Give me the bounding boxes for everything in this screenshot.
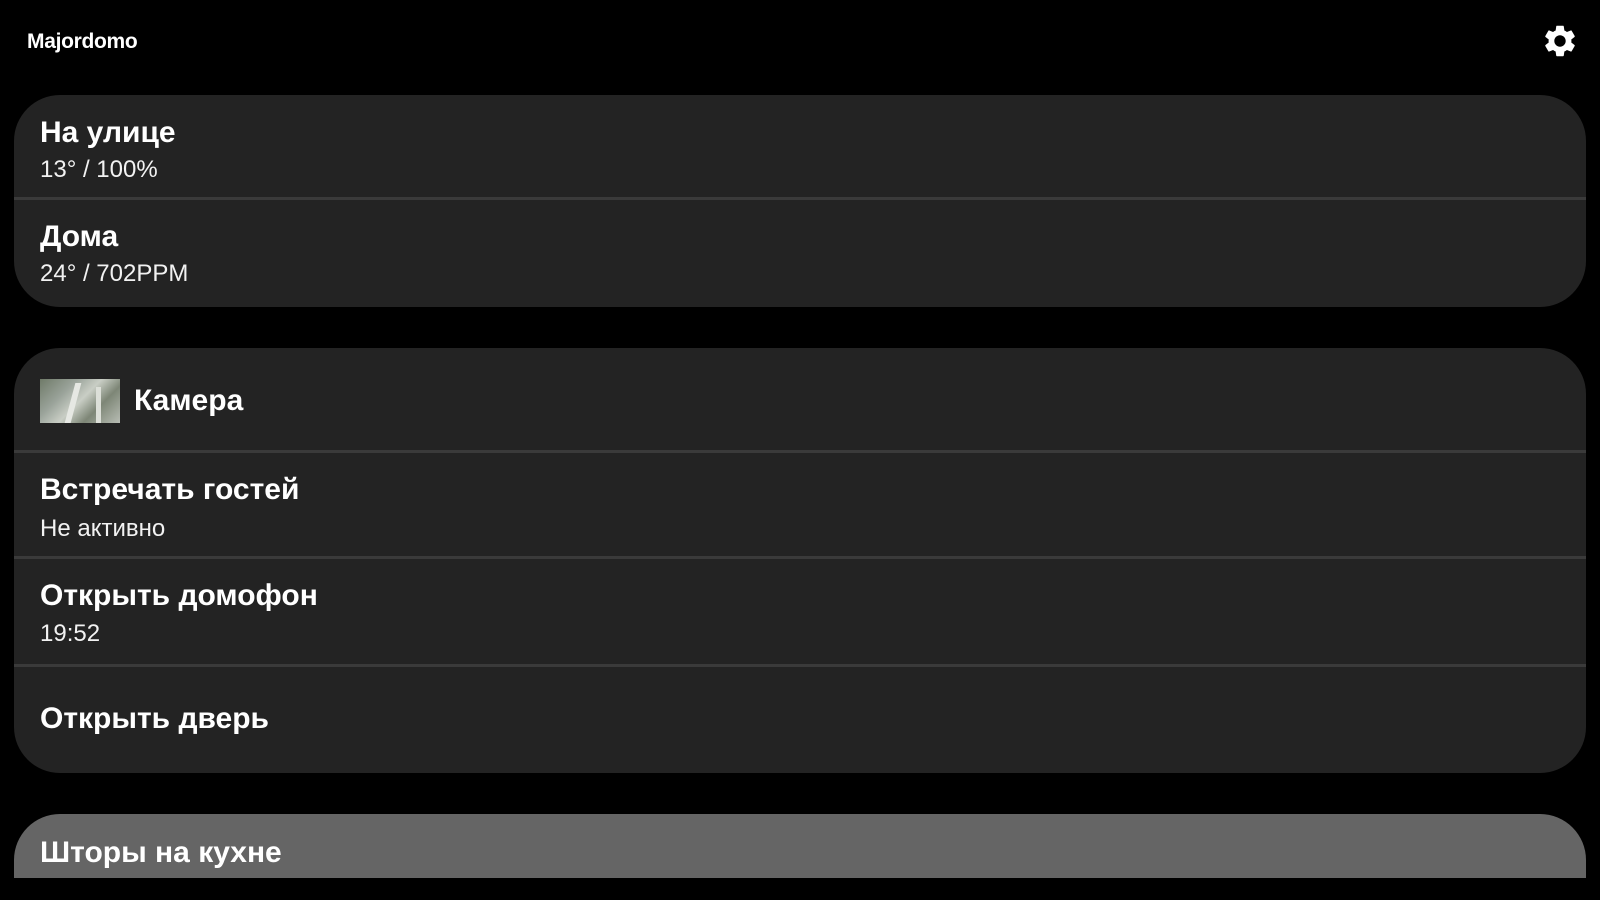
outside-climate-row[interactable]: На улице 13° / 100% [14,95,1586,197]
climate-card: На улице 13° / 100% Дома 24° / 702PPM [14,95,1586,307]
settings-button[interactable] [1540,20,1580,62]
outside-value: 13° / 100% [40,156,158,183]
greet-guests-row[interactable]: Встречать гостей Не активно [14,453,1586,555]
open-door-title: Открыть дверь [40,702,269,735]
intercom-row[interactable]: Открыть домофон 19:52 [14,559,1586,663]
camera-row[interactable]: Камера [14,348,1586,450]
app-title: Majordomo [27,30,138,53]
greet-guests-status: Не активно [40,515,166,542]
home-title: Дома [40,220,119,253]
entrance-card: Камера Встречать гостей Не активно Откры… [14,348,1586,773]
home-climate-row[interactable]: Дома 24° / 702PPM [14,200,1586,307]
intercom-time: 19:52 [40,620,101,647]
home-value: 24° / 702PPM [40,260,189,287]
camera-label: Камера [134,384,244,417]
greet-guests-title: Встречать гостей [40,473,300,506]
outside-title: На улице [40,116,176,149]
intercom-title: Открыть домофон [40,579,318,612]
app-header: Majordomo [0,0,1600,86]
kitchen-blinds-card[interactable]: Шторы на кухне [14,814,1586,878]
open-door-row[interactable]: Открыть дверь [14,667,1586,773]
kitchen-blinds-title: Шторы на кухне [40,836,282,869]
gear-icon [1545,25,1575,57]
camera-thumbnail[interactable] [40,379,120,423]
